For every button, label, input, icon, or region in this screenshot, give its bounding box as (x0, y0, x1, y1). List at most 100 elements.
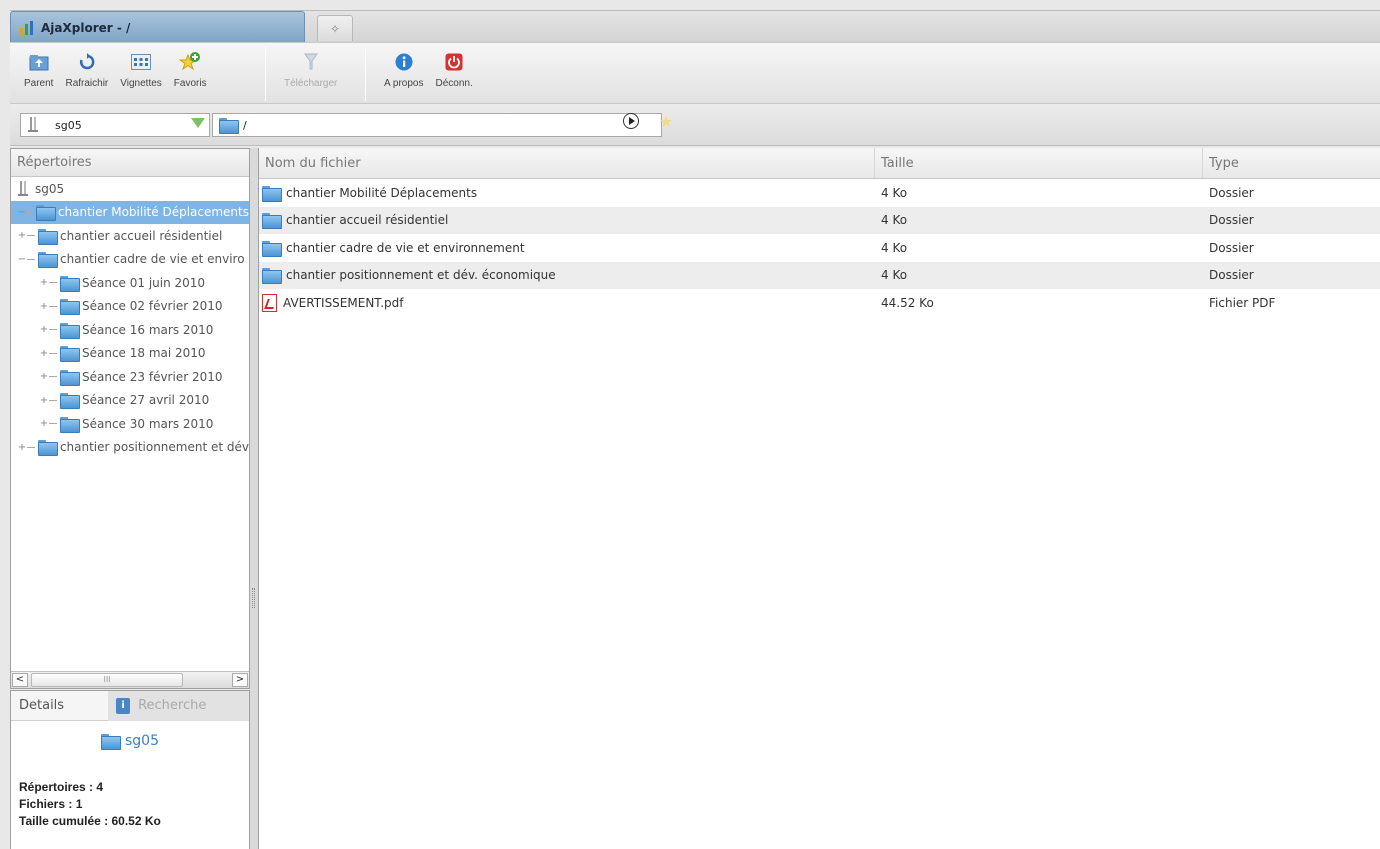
tree-item[interactable]: − chantier cadre de vie et enviro (11, 248, 249, 272)
folder-icon (60, 275, 80, 292)
tree-item[interactable]: + Séance 02 février 2010 (11, 295, 249, 319)
tree-item[interactable]: + Séance 16 mars 2010 (11, 318, 249, 342)
tree-item[interactable]: + chantier accueil résidentiel (11, 224, 249, 248)
new-tab-icon: ✧ (329, 21, 341, 36)
tree-item-label: Séance 23 février 2010 (82, 369, 223, 384)
location-bar: sg05 / (10, 104, 1380, 146)
file-name: chantier cadre de vie et environnement (286, 240, 525, 255)
folders-panel-title: Répertoires (17, 155, 92, 170)
scroll-right-button[interactable]: > (232, 673, 248, 687)
cell-name: AVERTISSEMENT.pdf (259, 293, 875, 312)
tree-connector (25, 211, 33, 213)
horizontal-scrollbar[interactable]: < III > (11, 671, 249, 688)
parent-button[interactable]: Parent (18, 47, 59, 101)
toolbar-group-app: A propos Déconn. (378, 47, 479, 101)
tab-search[interactable]: i Recherche (108, 690, 249, 721)
repository-select[interactable]: sg05 (20, 113, 210, 137)
folder-icon (262, 240, 282, 257)
tab-details[interactable]: Details (11, 691, 72, 721)
tree-item-label: chantier positionnement et dév (59, 440, 249, 455)
folder-icon (262, 268, 282, 285)
expand-icon[interactable]: + (39, 301, 49, 312)
tree-item-label: chantier accueil résidentiel (60, 228, 223, 243)
expand-icon[interactable]: + (39, 395, 49, 406)
expand-icon[interactable]: + (39, 324, 49, 335)
folder-icon (60, 416, 80, 433)
tree-item[interactable]: + Séance 01 juin 2010 (11, 271, 249, 295)
folder-icon (60, 299, 80, 316)
collapse-icon[interactable]: − (17, 207, 26, 218)
folder-icon (60, 322, 80, 339)
thumbnails-label: Vignettes (120, 78, 162, 89)
expand-icon[interactable]: + (39, 418, 49, 429)
tree-item[interactable]: + Séance 23 février 2010 (11, 365, 249, 389)
refresh-button[interactable]: Rafraichir (59, 47, 114, 101)
parent-folder-icon (28, 51, 50, 73)
cell-size: 4 Ko (881, 268, 908, 283)
logout-button[interactable]: Déconn. (429, 47, 478, 101)
about-button[interactable]: A propos (378, 47, 429, 101)
download-icon (300, 51, 322, 73)
file-list-body: chantier Mobilité Déplacements 4 Ko Dossie… (259, 179, 1380, 317)
tree-root-label: sg05 (35, 181, 65, 196)
scroll-left-button[interactable]: < (12, 673, 28, 687)
tree-item[interactable]: + Séance 18 mai 2010 (11, 342, 249, 366)
download-button[interactable]: Télécharger (278, 47, 343, 101)
bookmark-star-icon[interactable]: ★ (657, 113, 675, 131)
tree-item-label: Séance 30 mars 2010 (82, 416, 214, 431)
tab-ajaxplorer[interactable]: AjaXplorer - / (10, 11, 305, 43)
expand-icon[interactable]: + (39, 277, 49, 288)
details-stats: Répertoires : 4 Fichiers : 1 Taille cumu… (11, 779, 249, 830)
repository-icon (17, 180, 29, 197)
tree-item-label: Séance 01 juin 2010 (82, 275, 206, 290)
tree-item[interactable]: + Séance 30 mars 2010 (11, 412, 249, 436)
tree-item[interactable]: + chantier positionnement et dév (11, 436, 249, 460)
pdf-icon (262, 293, 277, 312)
chevron-down-icon[interactable] (191, 118, 205, 128)
scroll-thumb[interactable]: III (31, 673, 183, 687)
expand-icon[interactable]: + (39, 348, 49, 359)
tree-connector (49, 305, 57, 307)
refresh-icon (76, 51, 98, 73)
folder-icon (35, 205, 56, 222)
window-tab-bar: AjaXplorer - / ✧ (10, 10, 1380, 43)
collapse-icon[interactable]: − (17, 254, 27, 265)
table-row[interactable]: chantier positionnement et dév. économiq… (259, 261, 1380, 289)
thumbnails-button[interactable]: Vignettes (114, 47, 168, 101)
expand-icon[interactable]: + (17, 230, 27, 241)
folder-icon (60, 346, 80, 363)
table-row[interactable]: AVERTISSEMENT.pdf 44.52 Ko Fichier PDF (259, 289, 1380, 317)
column-header-type[interactable]: Type (1203, 148, 1380, 178)
expand-icon[interactable]: + (39, 371, 49, 382)
path-input[interactable]: / (212, 113, 662, 137)
tree-connector (26, 446, 35, 448)
cell-type: Dossier (1209, 185, 1254, 200)
folder-icon (37, 440, 58, 457)
cell-type: Fichier PDF (1209, 295, 1276, 310)
tree-item[interactable]: − chantier Mobilité Déplacements (11, 200, 249, 224)
tree-item-label: chantier Mobilité Déplacements (57, 205, 249, 220)
tree-root[interactable]: sg05 (11, 177, 249, 201)
folder-icon (60, 369, 80, 386)
table-row[interactable]: chantier Mobilité Déplacements 4 Ko Dossie… (259, 179, 1380, 207)
tree-item-label: Séance 27 avril 2010 (82, 393, 210, 408)
tree-connector (49, 399, 57, 401)
tree-connector (49, 423, 57, 425)
table-row[interactable]: chantier accueil résidentiel 4 Ko Dossier (259, 206, 1380, 234)
tree-connector (27, 235, 35, 237)
tree-item[interactable]: + Séance 27 avril 2010 (11, 389, 249, 413)
table-row[interactable]: chantier cadre de vie et environnement 4 … (259, 234, 1380, 262)
expand-icon[interactable]: + (17, 442, 27, 453)
go-button[interactable] (623, 113, 639, 129)
splitter-grip[interactable] (252, 588, 255, 608)
panel-splitter[interactable] (250, 148, 258, 849)
folder-icon (101, 734, 121, 750)
download-label: Télécharger (284, 78, 338, 89)
column-header-size[interactable]: Taille (875, 148, 1203, 178)
new-tab-button[interactable]: ✧ (317, 15, 353, 41)
column-header-name[interactable]: Nom du fichier (259, 148, 875, 178)
favorites-button[interactable]: Favoris (168, 47, 213, 101)
tree-connector (49, 329, 57, 331)
folder-icon (262, 185, 282, 202)
file-list-header: Nom du fichier Taille Type (259, 148, 1380, 179)
